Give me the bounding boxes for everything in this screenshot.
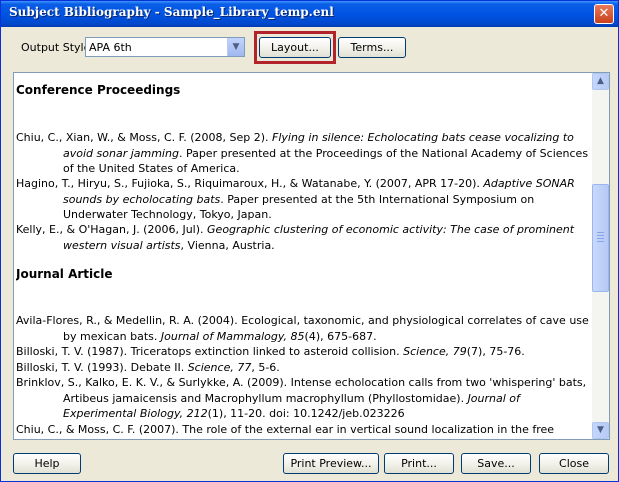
reference-text: (4), 675-687. bbox=[304, 329, 377, 343]
reference-text: Chiu, C., Xian, W., & Moss, C. F. (2008,… bbox=[16, 131, 273, 144]
layout-button[interactable]: Layout... bbox=[259, 37, 331, 58]
reference-entry: Chiu, C., & Moss, C. F. (2007). The role… bbox=[16, 422, 590, 438]
reference-text: Kelly, E., & O'Hagan, J. (2006, Jul). bbox=[16, 223, 208, 236]
vertical-scrollbar[interactable]: ▲ ▼ bbox=[592, 73, 609, 439]
reference-entry: Kelly, E., & O'Hagan, J. (2006, Jul). Ge… bbox=[16, 222, 590, 253]
reference-text: Chiu, C., & Moss, C. F. (2007). The role… bbox=[16, 423, 555, 436]
section-heading-journal: Journal Article bbox=[16, 267, 113, 281]
scroll-thumb[interactable] bbox=[592, 184, 609, 293]
scroll-down-icon[interactable]: ▼ bbox=[592, 422, 609, 439]
bibliography-preview[interactable]: Conference Proceedings Chiu, C., Xian, W… bbox=[13, 72, 610, 440]
reference-entry: Billoski, T. V. (1987). Triceratops exti… bbox=[16, 344, 590, 360]
grip-line bbox=[597, 241, 604, 243]
reference-text: , 5-6. bbox=[251, 361, 280, 374]
subject-bibliography-dialog: Subject Bibliography - Sample_Library_te… bbox=[0, 0, 619, 482]
reference-text: , Vienna, Austria. bbox=[180, 238, 275, 252]
reference-entry: Billoski, T. V. (1993). Debate II. Scien… bbox=[16, 360, 590, 376]
reference-source: Journal of Mammalogy, 85 bbox=[160, 329, 305, 343]
bibliography-content: Conference Proceedings Chiu, C., Xian, W… bbox=[16, 73, 592, 439]
output-style-select[interactable]: APA 6th ▼ bbox=[85, 37, 245, 57]
reference-entry: Chiu, C., Xian, W., & Moss, C. F. (2008,… bbox=[16, 130, 590, 177]
scroll-up-icon[interactable]: ▲ bbox=[592, 73, 609, 90]
reference-entry: Hagino, T., Hiryu, S., Fujioka, S., Riqu… bbox=[16, 176, 590, 223]
print-button[interactable]: Print... bbox=[384, 453, 454, 474]
close-window-button[interactable]: ✕ bbox=[594, 4, 614, 24]
grip-line bbox=[597, 235, 604, 237]
chevron-down-icon[interactable]: ▼ bbox=[227, 38, 244, 56]
window-title: Subject Bibliography - Sample_Library_te… bbox=[9, 5, 334, 19]
title-bar[interactable]: Subject Bibliography - Sample_Library_te… bbox=[1, 1, 618, 27]
close-button[interactable]: Close bbox=[539, 453, 609, 474]
output-style-value: APA 6th bbox=[89, 41, 132, 54]
reference-text: (7), 75-76. bbox=[466, 345, 525, 358]
reference-source: Science, 77 bbox=[187, 361, 252, 374]
print-preview-button[interactable]: Print Preview... bbox=[283, 453, 379, 474]
reference-text: Hagino, T., Hiryu, S., Fujioka, S., Riqu… bbox=[16, 177, 484, 190]
grip-line bbox=[597, 238, 604, 240]
grip-line bbox=[597, 232, 604, 234]
section-heading-conference: Conference Proceedings bbox=[16, 83, 181, 97]
output-style-label: Output Style: bbox=[21, 41, 95, 54]
reference-entry: Brinklov, S., Kalko, E. K. V., & Surlykk… bbox=[16, 375, 590, 422]
reference-source: Science, 79 bbox=[403, 345, 467, 358]
reference-text: (1), 11-20. doi: 10.1242/jeb.023226 bbox=[207, 407, 405, 420]
terms-button[interactable]: Terms... bbox=[338, 37, 406, 58]
reference-text: Billoski, T. V. (1993). Debate II. bbox=[16, 361, 188, 374]
reference-entry: Avila-Flores, R., & Medellin, R. A. (200… bbox=[16, 313, 590, 344]
reference-text: Billoski, T. V. (1987). Triceratops exti… bbox=[16, 345, 404, 358]
save-button[interactable]: Save... bbox=[461, 453, 531, 474]
help-button[interactable]: Help bbox=[13, 453, 81, 474]
